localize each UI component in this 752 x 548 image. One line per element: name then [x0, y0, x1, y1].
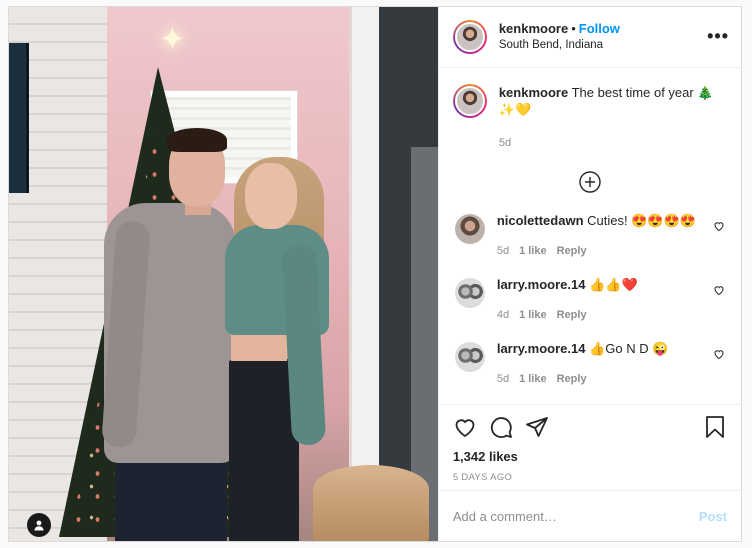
- post-age[interactable]: 5 DAYS AGO: [453, 472, 727, 483]
- comment-icon[interactable]: [489, 415, 513, 439]
- more-options-icon[interactable]: •••: [707, 26, 729, 47]
- comment-like-heart-icon[interactable]: [713, 284, 725, 296]
- commenter-avatar[interactable]: [454, 277, 485, 308]
- tv-screen: [9, 43, 29, 193]
- user-tag-icon[interactable]: [27, 513, 51, 537]
- author-avatar[interactable]: [452, 19, 487, 54]
- author-username[interactable]: kenkmoore: [499, 21, 568, 36]
- caption-avatar[interactable]: [452, 83, 487, 118]
- commenter-username[interactable]: nicolettedawn: [497, 213, 584, 228]
- comment-item: nicolettedawn Cuties! 😍😍😍😍 5d 1 like Reply: [453, 212, 727, 260]
- comment-like-heart-icon[interactable]: [713, 348, 725, 360]
- comment-text: 👍Go N D 😜: [589, 340, 669, 356]
- comment-like-heart-icon[interactable]: [713, 220, 725, 232]
- tree-star: ✦: [159, 21, 186, 57]
- commenter-avatar[interactable]: [454, 341, 485, 372]
- wood-stump: [313, 465, 429, 541]
- comment-text: Cuties! 😍😍😍😍: [587, 212, 696, 228]
- caption: kenkmoore The best time of year 🎄✨💛 5d: [452, 83, 727, 152]
- commenter-username[interactable]: larry.moore.14: [497, 277, 586, 292]
- door-frame: [349, 7, 379, 541]
- man-hair: [167, 128, 227, 152]
- post-location[interactable]: South Bend, Indiana: [499, 37, 707, 54]
- reply-button[interactable]: Reply: [557, 245, 587, 257]
- comment-item: larry.moore.14 👍👍❤️ 4d 1 like Reply: [453, 276, 727, 324]
- caption-username[interactable]: kenkmoore: [499, 85, 568, 100]
- post-photo[interactable]: ✦: [9, 7, 438, 541]
- plus-circle-icon: [579, 171, 601, 193]
- woman-midriff: [231, 333, 287, 361]
- post-comment-button[interactable]: Post: [699, 509, 727, 524]
- commenter-username[interactable]: larry.moore.14: [497, 341, 586, 356]
- caption-time[interactable]: 5d: [499, 135, 727, 152]
- comment-likes[interactable]: 1 like: [519, 245, 547, 257]
- comment-likes[interactable]: 1 like: [519, 373, 547, 385]
- comments-section: kenkmoore The best time of year 🎄✨💛 5d n…: [439, 68, 741, 404]
- post-header: kenkmoore • Follow South Bend, Indiana •••: [438, 7, 741, 68]
- share-icon[interactable]: [525, 415, 549, 439]
- post-actions: 1,342 likes 5 DAYS AGO: [438, 403, 741, 490]
- follow-button[interactable]: Follow: [579, 21, 620, 36]
- woman-face: [245, 163, 297, 229]
- reply-button[interactable]: Reply: [557, 309, 587, 321]
- comment-likes[interactable]: 1 like: [519, 309, 547, 321]
- comment-text: 👍👍❤️: [589, 276, 638, 292]
- comment-time[interactable]: 4d: [497, 309, 509, 321]
- bookmark-icon[interactable]: [703, 415, 727, 439]
- instagram-post: ✦ kenkmoore • Follow South Bend, Indiana •…: [8, 6, 742, 542]
- add-comment-bar: Post: [438, 490, 741, 541]
- heart-icon[interactable]: [453, 415, 477, 439]
- separator-dot: •: [571, 20, 576, 36]
- comment-input[interactable]: [452, 508, 699, 524]
- load-more-comments-button[interactable]: [453, 170, 727, 194]
- post-sidebar: kenkmoore • Follow South Bend, Indiana •••…: [437, 7, 741, 541]
- comment-time[interactable]: 5d: [497, 245, 509, 257]
- comment-time[interactable]: 5d: [497, 373, 509, 385]
- reply-button[interactable]: Reply: [557, 373, 587, 385]
- likes-count[interactable]: 1,342 likes: [453, 449, 727, 464]
- commenter-avatar[interactable]: [454, 213, 485, 244]
- comment-item: larry.moore.14 👍Go N D 😜 5d 1 like Reply: [453, 340, 727, 388]
